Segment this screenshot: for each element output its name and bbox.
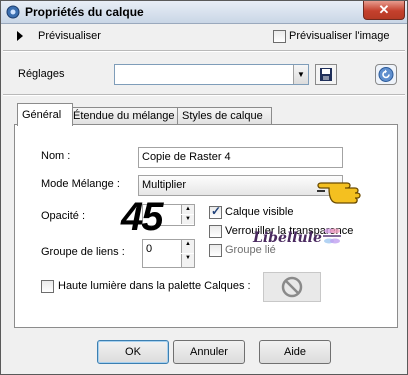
close-icon: ✕	[378, 2, 390, 17]
tab-general-label: Général	[22, 109, 62, 121]
app-icon	[6, 5, 20, 19]
presets-label: Réglages	[18, 68, 65, 80]
layer-properties-dialog: Propriétés du calque ✕ Prévisualiser Pré…	[0, 0, 408, 375]
layer-visible-label: Calque visible	[225, 206, 294, 218]
blend-mode-label: Mode Mélange :	[41, 178, 120, 190]
link-group-spinner[interactable]: 0 ▲ ▼	[142, 239, 195, 268]
highlight-label: Haute lumière dans la palette Calques :	[58, 280, 251, 292]
link-group-value: 0	[146, 243, 153, 255]
blend-mode-dropdown[interactable]: Multiplier	[138, 175, 343, 196]
opacity-label: Opacité :	[41, 210, 86, 222]
tab-layer-styles[interactable]: Styles de calque	[177, 107, 272, 125]
linked-group-checkbox[interactable]	[209, 244, 222, 257]
tab-blend-range-label: Étendue du mélange	[73, 110, 175, 122]
preview-row: Prévisualiser Prévisualiser l'image	[1, 24, 407, 48]
layer-visible-checkbox[interactable]	[209, 204, 222, 219]
lock-transparency-checkbox[interactable]	[209, 225, 222, 238]
reset-button[interactable]	[375, 64, 397, 85]
dragonfly-icon	[323, 228, 341, 244]
window-title: Propriétés du calque	[25, 5, 144, 19]
expand-triangle-icon[interactable]	[17, 31, 23, 41]
spin-down-icon[interactable]: ▼	[181, 215, 194, 224]
spin-up-icon[interactable]: ▲	[181, 240, 194, 253]
highlight-color-button[interactable]	[263, 272, 321, 302]
ok-label: OK	[125, 346, 141, 358]
help-label: Aide	[283, 346, 307, 358]
watermark-text: Libellule	[253, 230, 322, 246]
floppy-disk-icon	[320, 68, 332, 81]
preview-image-checkbox[interactable]	[273, 30, 286, 43]
preview-label: Prévisualiser	[38, 30, 101, 42]
pointing-hand-icon	[317, 182, 361, 204]
save-preset-button[interactable]	[315, 64, 337, 85]
separator	[3, 94, 405, 96]
tab-general[interactable]: Général	[17, 103, 73, 126]
blend-mode-value: Multiplier	[142, 179, 187, 191]
close-button[interactable]: ✕	[363, 1, 405, 20]
cancel-label: Annuler	[190, 346, 228, 358]
cancel-button[interactable]: Annuler	[173, 340, 245, 364]
help-button[interactable]: Aide	[259, 340, 331, 364]
layer-name-value: Copie de Raster 4	[142, 151, 231, 163]
preview-image-label: Prévisualiser l'image	[289, 30, 390, 42]
presets-dropdown[interactable]: ▼	[114, 64, 309, 85]
reset-icon	[378, 67, 394, 82]
spin-down-icon[interactable]: ▼	[181, 254, 194, 267]
layer-name-field[interactable]: Copie de Raster 4	[138, 147, 343, 168]
tab-layer-styles-label: Styles de calque	[182, 110, 263, 122]
no-symbol-icon	[281, 276, 303, 298]
highlight-checkbox[interactable]	[41, 280, 54, 293]
spin-up-icon[interactable]: ▲	[181, 205, 194, 214]
tab-blend-range[interactable]: Étendue du mélange	[68, 107, 180, 125]
title-bar: Propriétés du calque ✕	[1, 1, 407, 24]
opacity-value: 45	[121, 195, 163, 239]
ok-button[interactable]: OK	[97, 340, 169, 364]
chevron-down-icon[interactable]: ▼	[293, 65, 308, 84]
name-label: Nom :	[41, 150, 71, 162]
link-group-label: Groupe de liens :	[41, 246, 125, 258]
separator	[3, 50, 405, 52]
